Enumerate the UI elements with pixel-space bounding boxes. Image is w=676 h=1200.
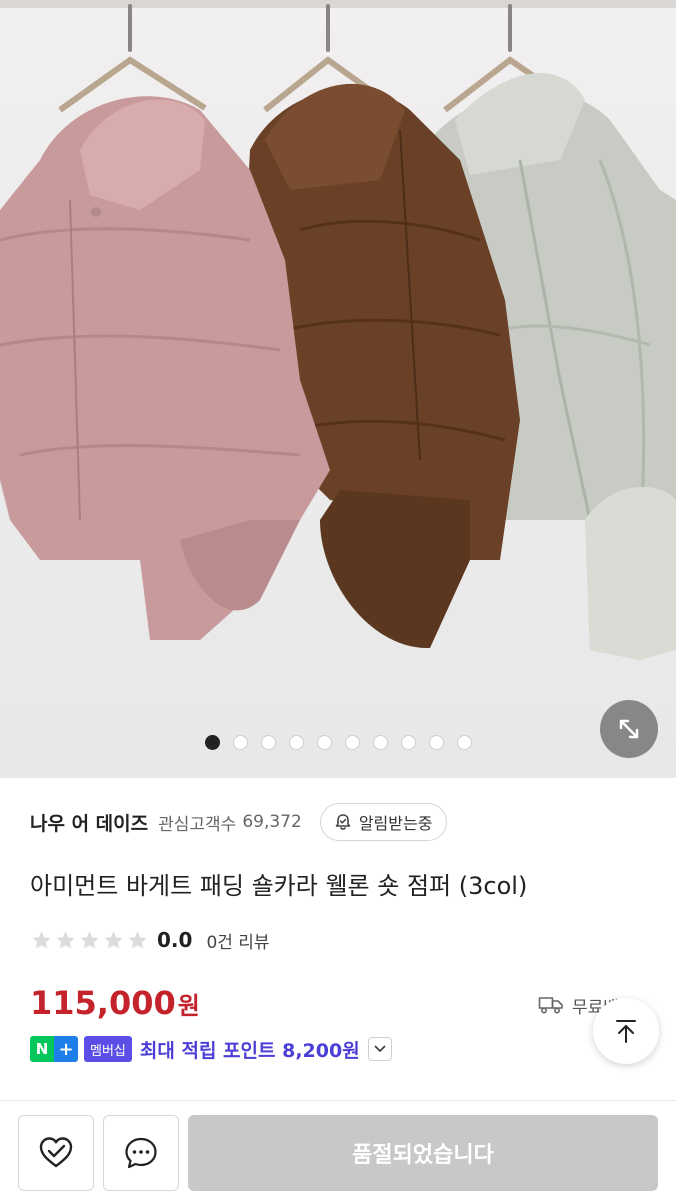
pagination-dot-2[interactable] [232,735,248,750]
price-row: 115,000 원 [30,984,200,1022]
seller-name[interactable]: 나우 어 데이즈 [30,809,148,836]
gallery-pagination [0,735,676,751]
star-icon [104,930,123,949]
rating-stars [30,929,149,952]
rating-row: 0.0 0건 리뷰 [30,926,270,954]
pagination-dot-5[interactable] [316,735,332,750]
price-value: 115,000 [30,984,176,1022]
rating-score: 0.0 [157,928,193,952]
pagination-dot-1[interactable] [204,735,220,750]
star-icon [80,930,99,949]
sold-out-button[interactable]: 품절되었습니다 [188,1115,658,1191]
bottom-action-bar: 품절되었습니다 [0,1101,676,1200]
chevron-down-icon [374,1045,386,1052]
pagination-dot-3[interactable] [260,735,276,750]
max-points-text: 최대 적립 포인트 8,200원 [139,1039,360,1062]
seller-row: 나우 어 데이즈 관심고객수 69,372 알림받는중 [30,802,448,842]
plus-label: + [54,1036,78,1062]
product-title: 아미먼트 바게트 패딩 숄카라 웰론 숏 점퍼 (3col) [30,872,528,900]
chat-button[interactable] [103,1115,179,1191]
pagination-dot-6[interactable] [344,735,360,750]
review-count-link[interactable]: 0건 리뷰 [206,928,269,953]
followers-count: 69,372 [242,812,302,832]
notify-button[interactable]: 알림받는중 [319,803,448,841]
jackets-illustration [0,56,676,660]
followers-label: 관심고객수 [158,814,237,835]
heart-icon [39,1137,73,1168]
naver-plus-badge: N + [30,1036,78,1062]
pagination-dot-10[interactable] [456,735,472,750]
star-icon [32,930,51,949]
pagination-dot-7[interactable] [372,735,388,750]
pagination-dot-8[interactable] [400,735,416,750]
price-unit: 원 [177,992,200,1020]
expand-image-button[interactable] [600,700,658,758]
scroll-top-button[interactable] [593,998,659,1064]
star-icon [56,930,75,949]
wishlist-button[interactable] [18,1115,94,1191]
bell-icon [335,814,351,830]
product-image[interactable] [0,0,676,778]
chat-bubble-icon [125,1137,157,1169]
truck-icon [538,997,563,1014]
naver-n-label: N [30,1036,54,1062]
arrow-up-icon [616,1020,636,1043]
notify-label: 알림받는중 [358,814,433,833]
points-row: N + 멤버십 최대 적립 포인트 8,200원 [30,1034,392,1064]
expand-arrows-icon [619,719,639,739]
points-details-toggle[interactable] [367,1037,392,1061]
star-icon [128,930,147,949]
membership-badge: 멤버십 [84,1036,132,1062]
pagination-dot-4[interactable] [288,735,304,750]
pagination-dot-9[interactable] [428,735,444,750]
